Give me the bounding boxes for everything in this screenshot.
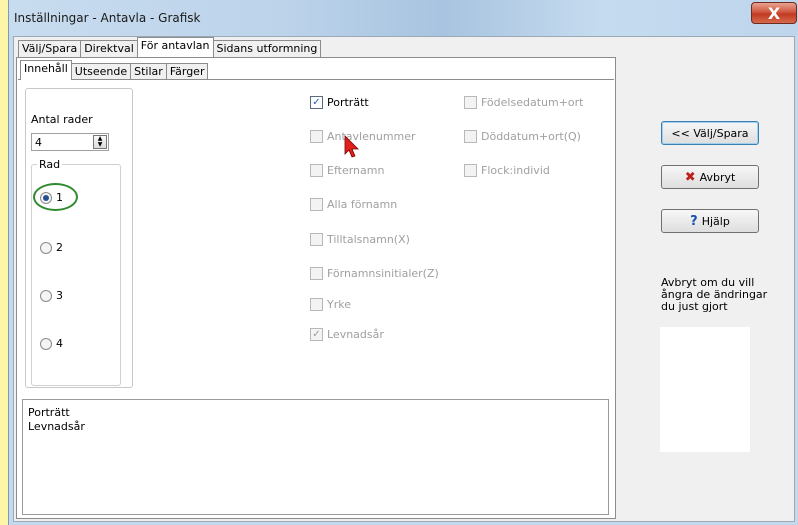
radio-icon — [40, 241, 52, 254]
cross-icon: ✖ — [684, 169, 696, 185]
antal-rader-label: Antal rader — [31, 113, 93, 126]
checkbox-label: Levnadsår — [327, 328, 384, 341]
settings-window: Inställningar - Antavla - Grafisk X Välj… — [8, 0, 798, 525]
checkbox-antavlenummer: Antavlenummer — [310, 130, 416, 143]
checkbox-label: Flock:individ — [481, 164, 550, 177]
checkbox-icon — [310, 298, 323, 311]
inner-tab-strip: Innehåll Utseende Stilar Färger — [20, 60, 209, 80]
checkbox-icon — [464, 164, 477, 177]
rad-group-label: Rad — [37, 158, 63, 171]
checkbox-fornamnsinitialer: Förnamnsinitialer(Z) — [310, 267, 439, 280]
for-antavlan-panel: Innehåll Utseende Stilar Färger Antal ra… — [16, 57, 616, 519]
top-tab-strip: Välj/Spara Direktval För antavlan Sidans… — [18, 37, 322, 57]
tab-for-antavlan[interactable]: För antavlan — [136, 37, 214, 57]
hjalp-button[interactable]: ? Hjälp — [661, 209, 759, 233]
valj-spara-button[interactable]: << Välj/Spara — [661, 121, 759, 145]
checkbox-label: Födelsedatum+ort — [481, 96, 584, 109]
rows-group: Antal rader 4 ▲ ▼ Rad 1 2 3 4 — [25, 88, 133, 388]
tab-sidans-utformning[interactable]: Sidans utformning — [212, 40, 322, 57]
checkbox-checked-icon: ✓ — [310, 96, 323, 109]
radio-rad-3[interactable]: 3 — [40, 289, 63, 302]
checkbox-label: Förnamnsinitialer(Z) — [327, 267, 439, 280]
radio-selected-icon — [40, 191, 52, 204]
radio-label: 2 — [56, 241, 63, 254]
tab-farger[interactable]: Färger — [165, 63, 209, 80]
checkbox-icon — [310, 164, 323, 177]
help-text: Avbryt om du vill ångra de ändringar du … — [661, 276, 768, 313]
checkbox-icon — [310, 198, 323, 211]
antal-rader-spinner[interactable]: 4 ▲ ▼ — [31, 133, 109, 151]
tab-direktval[interactable]: Direktval — [80, 40, 138, 57]
radio-label: 4 — [56, 337, 63, 350]
checkbox-efternamn: Efternamn — [310, 164, 384, 177]
checkbox-label: Yrke — [327, 298, 351, 311]
checkbox-label: Döddatum+ort(Q) — [481, 130, 581, 143]
checkbox-doddatum: Döddatum+ort(Q) — [464, 130, 581, 143]
radio-label: 1 — [56, 191, 63, 204]
hjalp-label: Hjälp — [701, 214, 730, 228]
checkbox-label: Antavlenummer — [327, 130, 416, 143]
mouse-cursor-icon — [344, 135, 359, 158]
list-item[interactable]: Levnadsår — [28, 420, 85, 433]
checkbox-fodelsedatum: Födelsedatum+ort — [464, 96, 583, 109]
antal-rader-value: 4 — [35, 136, 42, 149]
radio-rad-2[interactable]: 2 — [40, 241, 63, 254]
checkbox-alla-fornamn: Alla förnamn — [310, 198, 397, 211]
checkbox-icon — [464, 130, 477, 143]
radio-rad-1[interactable]: 1 — [40, 191, 63, 204]
avbryt-button[interactable]: ✖ Avbryt — [661, 165, 759, 189]
rad-group: Rad 1 2 3 4 — [31, 158, 121, 386]
tab-utseende[interactable]: Utseende — [70, 63, 132, 80]
checkbox-label: Tilltalsnamn(X) — [327, 233, 410, 246]
checkbox-label: Porträtt — [327, 96, 369, 109]
valj-spara-label: << Välj/Spara — [671, 126, 749, 140]
close-icon: X — [767, 3, 781, 23]
avbryt-label: Avbryt — [699, 170, 736, 184]
list-item[interactable]: Porträtt — [28, 406, 70, 419]
title-bar: Inställningar - Antavla - Grafisk X — [9, 0, 798, 36]
tab-valj-spara[interactable]: Välj/Spara — [18, 40, 82, 57]
question-icon: ? — [690, 213, 698, 229]
tab-innehall[interactable]: Innehåll — [20, 60, 72, 80]
spinner-arrows-icon[interactable]: ▲ ▼ — [93, 135, 107, 149]
checkbox-icon — [464, 96, 477, 109]
checkbox-icon — [310, 267, 323, 280]
preview-area — [660, 327, 750, 452]
checkbox-checked-icon: ✓ — [310, 328, 323, 341]
checkbox-yrke: Yrke — [310, 298, 351, 311]
close-button[interactable]: X — [751, 2, 797, 24]
checkbox-icon — [310, 233, 323, 246]
checkbox-icon — [310, 130, 323, 143]
radio-icon — [40, 337, 52, 350]
radio-label: 3 — [56, 289, 63, 302]
checkbox-portratt[interactable]: ✓ Porträtt — [310, 96, 369, 109]
radio-icon — [40, 289, 52, 302]
innehall-panel: Antal rader 4 ▲ ▼ Rad 1 2 3 4 ✓ Porträtt… — [18, 79, 614, 518]
dialog-client: Välj/Spara Direktval För antavlan Sidans… — [13, 36, 795, 522]
checkbox-flock-individ: Flock:individ — [464, 164, 550, 177]
radio-rad-4[interactable]: 4 — [40, 337, 63, 350]
checkbox-label: Efternamn — [327, 164, 385, 177]
window-title: Inställningar - Antavla - Grafisk — [14, 11, 201, 25]
selected-fields-list[interactable]: Porträtt Levnadsår — [22, 399, 609, 515]
checkbox-label: Alla förnamn — [327, 198, 398, 211]
checkbox-tilltalsnamn: Tilltalsnamn(X) — [310, 233, 410, 246]
tab-stilar[interactable]: Stilar — [130, 63, 167, 80]
checkbox-levnadsar: ✓ Levnadsår — [310, 328, 384, 341]
